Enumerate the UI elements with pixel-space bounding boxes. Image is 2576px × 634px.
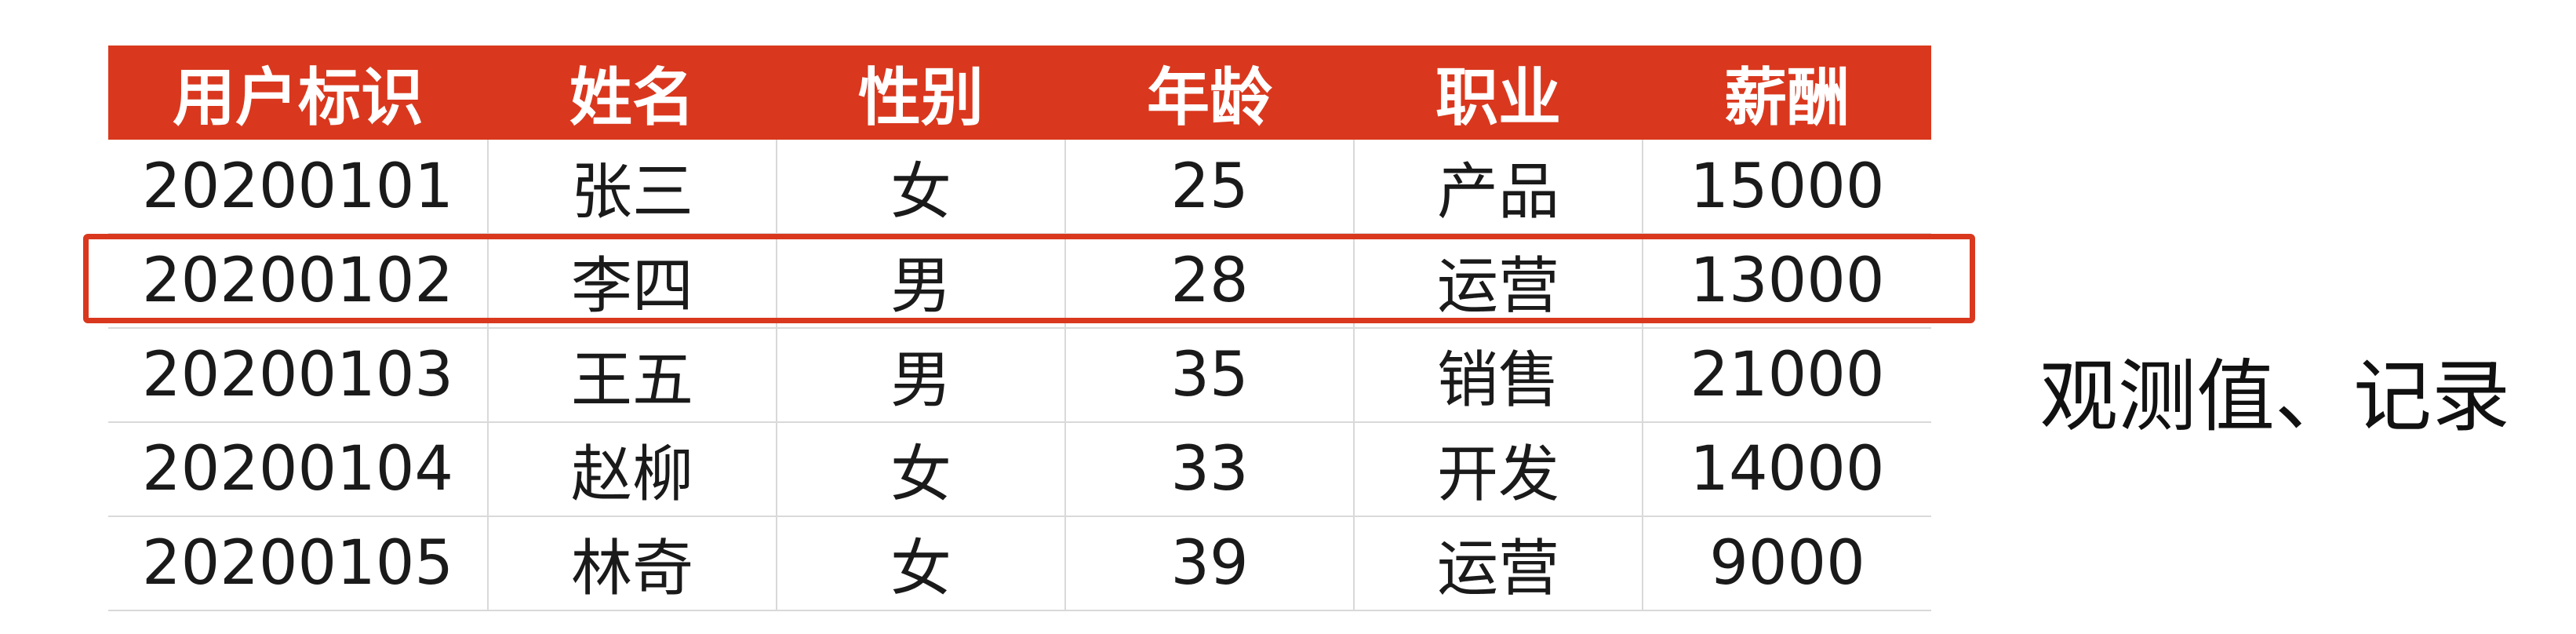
cell-name: 王五 [487,328,777,423]
cell-salary: 14000 [1642,422,1931,517]
cell-gender: 男 [776,328,1065,423]
cell-age: 28 [1064,234,1354,329]
cell-salary: 9000 [1642,516,1931,611]
header-name: 姓名 [569,61,695,134]
table-row: 20200101 张三 女 25 产品 15000 [108,140,1931,235]
observation-record-label: 观测值、记录 [2039,351,2510,443]
header-gender: 性别 [858,61,984,134]
cell-age: 25 [1064,140,1354,235]
cell-occupation: 开发 [1353,422,1643,517]
cell-name: 林奇 [487,516,777,611]
header-age: 年龄 [1147,61,1272,134]
cell-gender: 女 [776,422,1065,517]
table-row: 20200103 王五 男 35 销售 21000 [108,328,1931,423]
cell-gender: 男 [776,234,1065,329]
cell-occupation: 运营 [1353,234,1643,329]
cell-age: 39 [1064,516,1354,611]
header-user-id: 用户标识 [173,61,424,134]
data-table-container: 用户标识 姓名 性别 年龄 职业 薪酬 20200101 张三 女 25 产品 … [108,46,1931,611]
cell-salary: 15000 [1642,140,1931,235]
cell-user-id: 20200101 [108,140,488,235]
data-table: 用户标识 姓名 性别 年龄 职业 薪酬 20200101 张三 女 25 产品 … [108,46,1931,611]
cell-name: 张三 [487,140,777,235]
cell-user-id: 20200105 [108,516,488,611]
table-row: 20200102 李四 男 28 运营 13000 [108,234,1931,329]
cell-user-id: 20200102 [108,234,488,329]
table-row: 20200104 赵柳 女 33 开发 14000 [108,422,1931,517]
cell-user-id: 20200104 [108,422,488,517]
cell-gender: 女 [776,140,1065,235]
cell-occupation: 产品 [1353,140,1643,235]
cell-occupation: 销售 [1353,328,1643,423]
cell-name: 赵柳 [487,422,777,517]
cell-user-id: 20200103 [108,328,488,423]
cell-age: 35 [1064,328,1354,423]
table-header-row: 用户标识 姓名 性别 年龄 职业 薪酬 [108,46,1931,140]
cell-age: 33 [1064,422,1354,517]
cell-name: 李四 [487,234,777,329]
table-row: 20200105 林奇 女 39 运营 9000 [108,516,1931,611]
cell-occupation: 运营 [1353,516,1643,611]
header-occupation: 职业 [1435,61,1561,134]
cell-salary: 13000 [1642,234,1931,329]
cell-gender: 女 [776,516,1065,611]
header-salary: 薪酬 [1724,61,1850,134]
cell-salary: 21000 [1642,328,1931,423]
